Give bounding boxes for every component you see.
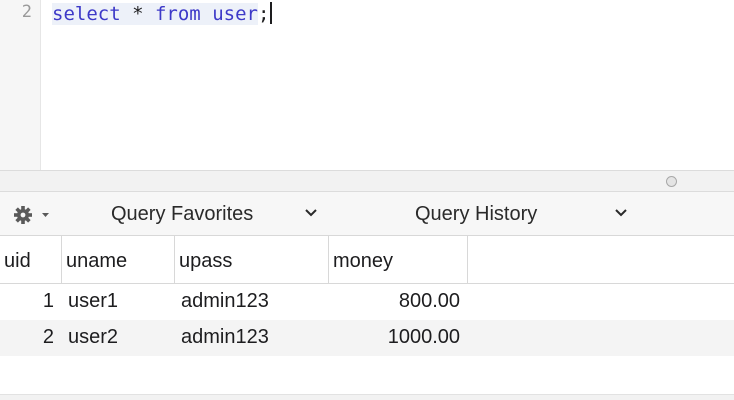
column-header-money[interactable]: money <box>329 236 468 283</box>
gear-icon <box>14 206 49 224</box>
column-header-upass[interactable]: upass <box>175 236 329 283</box>
table-row[interactable]: 2 user2 admin123 1000.00 <box>0 320 734 356</box>
chevron-down-icon <box>615 209 627 217</box>
table-name: user <box>212 3 258 25</box>
cell-uname[interactable]: user1 <box>62 284 175 320</box>
query-favorites-menu[interactable]: Query Favorites <box>111 192 321 236</box>
cell-uid[interactable]: 2 <box>0 320 62 356</box>
cell-upass[interactable]: admin123 <box>175 284 329 320</box>
grid-header: uid uname upass money <box>0 236 734 284</box>
code-highlight: select * from user <box>52 3 258 25</box>
results-grid: uid uname upass money 1 user1 admin123 8… <box>0 236 734 400</box>
chevron-down-icon <box>305 209 317 217</box>
table-row[interactable]: 1 user1 admin123 800.00 <box>0 284 734 320</box>
query-history-menu[interactable]: Query History <box>415 192 635 236</box>
cell-money[interactable]: 1000.00 <box>329 320 468 356</box>
sql-editor[interactable]: 2 select * from user; <box>0 0 734 170</box>
semicolon: ; <box>257 3 270 25</box>
query-toolbar: Query Favorites Query History <box>0 192 734 236</box>
query-favorites-label: Query Favorites <box>111 202 254 225</box>
query-history-label: Query History <box>415 202 538 225</box>
keyword-select: select <box>52 3 121 25</box>
cell-upass[interactable]: admin123 <box>175 320 329 356</box>
code-line[interactable]: select * from user; <box>52 1 273 27</box>
cell-uname[interactable]: user2 <box>62 320 175 356</box>
line-number: 2 <box>21 2 32 22</box>
line-number-gutter: 2 <box>0 0 41 170</box>
gear-menu-button[interactable] <box>12 204 52 226</box>
cell-uid[interactable]: 1 <box>0 284 62 320</box>
pane-splitter[interactable] <box>0 170 734 192</box>
column-header-uname[interactable]: uname <box>62 236 175 283</box>
column-header-uid[interactable]: uid <box>0 236 62 283</box>
keyword-from: from <box>154 3 201 25</box>
splitter-handle[interactable] <box>666 176 677 187</box>
select-star: * <box>120 3 155 25</box>
grid-footer-strip <box>0 394 734 400</box>
cell-money[interactable]: 800.00 <box>329 284 468 320</box>
text-cursor <box>270 2 273 24</box>
